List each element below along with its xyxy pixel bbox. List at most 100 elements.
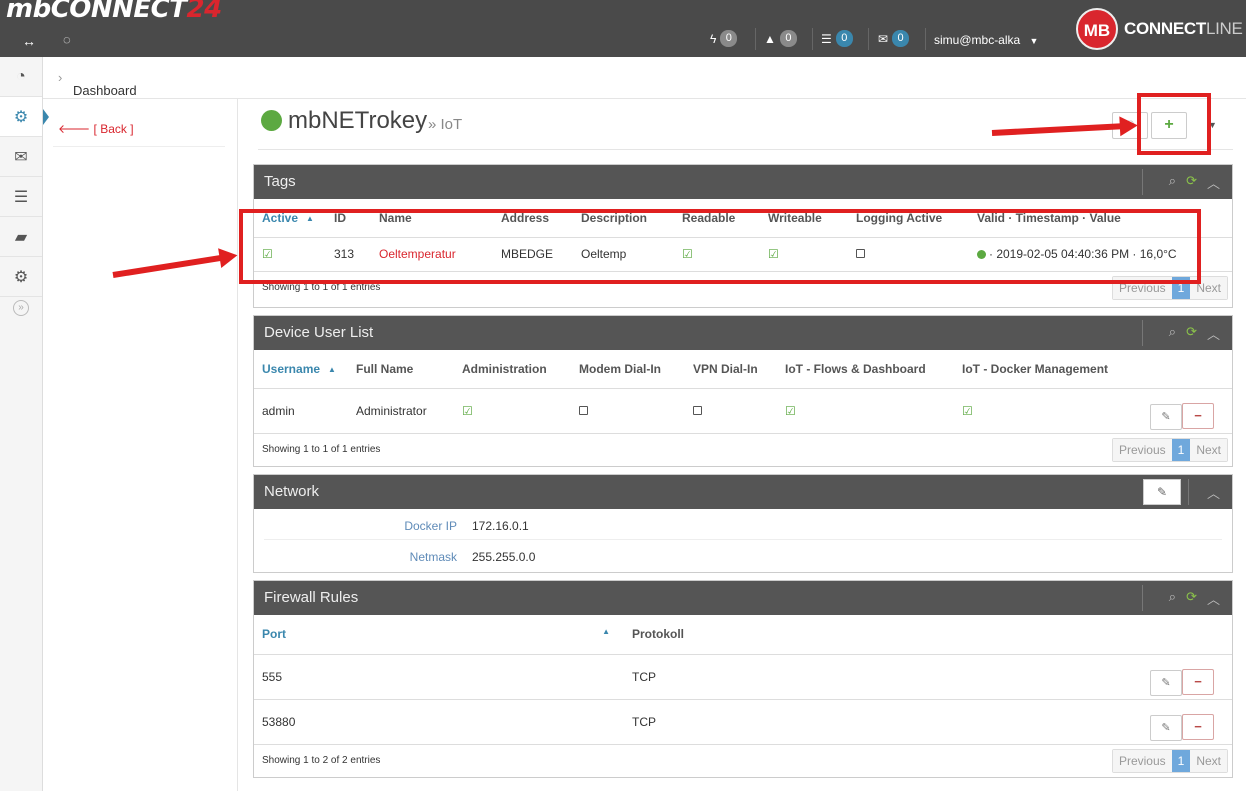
- col-administration[interactable]: Administration: [454, 350, 571, 389]
- delete-button[interactable]: −: [1182, 714, 1214, 740]
- nav-messages[interactable]: ✉: [0, 137, 42, 177]
- page-1-button[interactable]: 1: [1171, 438, 1191, 461]
- nav-dashboard[interactable]: ◔: [0, 57, 42, 97]
- back-link[interactable]: 🡐 [ Back ]: [58, 121, 134, 136]
- table-row[interactable]: 53880 TCP ✎ −: [254, 699, 1232, 745]
- user-menu[interactable]: simu@mbc-alka ▼: [934, 33, 1038, 47]
- minus-icon: −: [1194, 408, 1202, 423]
- table-info: Showing 1 to 2 of 2 entries: [262, 754, 381, 766]
- user-name: simu@mbc-alka: [934, 33, 1021, 47]
- sub-nav: 🡐 [ Back ]: [43, 99, 238, 791]
- firewall-protocol: TCP: [624, 654, 1142, 700]
- firewall-protocol: TCP: [624, 699, 1142, 745]
- arrow-left-icon: 🡐: [58, 122, 91, 136]
- delete-button[interactable]: −: [1182, 403, 1214, 429]
- alert-notifications[interactable]: ▲ 0: [764, 30, 797, 47]
- table-row[interactable]: admin Administrator ☑ ☑ ☑ ✎ −: [254, 388, 1232, 434]
- refresh-icon[interactable]: ⟳: [1186, 173, 1197, 192]
- edit-icon: ✎: [1156, 485, 1168, 499]
- page-title: mbNETrokey: [288, 107, 428, 134]
- mail-notifications[interactable]: ✉ 0: [878, 30, 910, 47]
- search-icon[interactable]: ⌕: [1169, 173, 1176, 192]
- gear-icon: ⚙: [13, 268, 29, 286]
- col-full-name[interactable]: Full Name: [348, 350, 454, 389]
- double-chevron-right-icon: »: [13, 300, 29, 316]
- power-count-badge: 0: [720, 30, 738, 47]
- top-bar: mbCONNECT24 ↔ ◌ ϟ 0 ▲ 0 ☰ 0 ✉ 0 simu@mbc…: [0, 0, 1246, 57]
- col-iot-flows-dashboard[interactable]: IoT - Flows & Dashboard: [777, 350, 954, 389]
- minus-icon: −: [1194, 674, 1202, 689]
- server-icon: ☰: [13, 188, 29, 206]
- delete-button[interactable]: −: [1182, 669, 1214, 695]
- unchecked-box-icon: [579, 405, 588, 415]
- breadcrumb-dashboard[interactable]: Dashboard: [73, 83, 137, 98]
- edit-icon: ✎: [1161, 677, 1171, 689]
- chevron-up-icon[interactable]: ︿: [1207, 324, 1220, 343]
- nav-book[interactable]: ▰: [0, 217, 42, 257]
- search-icon[interactable]: ⌕: [1169, 589, 1176, 608]
- spinner-icon[interactable]: ◌: [63, 32, 71, 47]
- book-icon: ▰: [14, 228, 28, 246]
- pagination: Previous 1 Next: [1111, 748, 1228, 773]
- col-username[interactable]: Username ▲: [254, 350, 348, 389]
- table-info: Showing 1 to 1 of 1 entries: [262, 443, 381, 455]
- nav-servers[interactable]: ☰: [0, 177, 42, 217]
- expand-arrows-icon[interactable]: ↔: [22, 33, 36, 49]
- next-button[interactable]: Next: [1190, 749, 1227, 772]
- firewall-port: 53880: [254, 699, 624, 745]
- refresh-icon[interactable]: ⟳: [1186, 324, 1197, 343]
- server-notifications[interactable]: ☰ 0: [821, 30, 853, 47]
- check-icon: ☑: [962, 403, 973, 418]
- search-icon[interactable]: ⌕: [1169, 324, 1176, 343]
- edit-button[interactable]: ✎: [1150, 715, 1182, 741]
- left-nav: ◔ ⚙ ✉ ☰ ▰ ⚙ »: [0, 57, 49, 791]
- nav-devices[interactable]: ⚙: [0, 97, 49, 137]
- envelope-icon: ✉: [878, 31, 889, 46]
- edit-button[interactable]: ✎: [1150, 404, 1182, 430]
- annotation-box-tag-row: [239, 209, 1201, 284]
- col-protokoll[interactable]: Protokoll: [624, 615, 1142, 655]
- users-table: Username ▲ Full Name Administration Modem…: [254, 350, 1232, 434]
- bolt-icon: ϟ: [710, 31, 717, 46]
- firewall-table: Port ▲ Protokoll 555 TCP ✎ − 53880 TCP ✎ −: [254, 615, 1232, 745]
- next-button[interactable]: Next: [1190, 438, 1227, 461]
- edit-button[interactable]: ✎: [1150, 670, 1182, 696]
- mbconnect24-logo[interactable]: mbCONNECT24: [6, 0, 222, 24]
- server-icon: ☰: [821, 31, 832, 46]
- col-modem-dial-in[interactable]: Modem Dial-In: [571, 350, 685, 389]
- annotation-box-add-button: [1137, 93, 1211, 155]
- device-user-list-panel: Device User List ⌕ ⟳ ︿ Username ▲ Full Na…: [253, 315, 1233, 467]
- chevron-up-icon[interactable]: ︿: [1207, 173, 1220, 192]
- edit-icon: ✎: [1161, 722, 1171, 734]
- previous-button[interactable]: Previous: [1112, 438, 1172, 461]
- nav-collapse-toggle[interactable]: »: [0, 297, 42, 319]
- chevron-up-icon[interactable]: ︿: [1207, 483, 1220, 502]
- cogs-icon: ⚙: [13, 108, 29, 126]
- panel-title: Device User List: [264, 324, 374, 341]
- caret-down-icon: ▼: [1029, 36, 1039, 46]
- chevron-up-icon[interactable]: ︿: [1207, 589, 1220, 608]
- table-row[interactable]: 555 TCP ✎ −: [254, 654, 1232, 700]
- page-1-button[interactable]: 1: [1171, 749, 1191, 772]
- col-iot-docker-management[interactable]: IoT - Docker Management: [954, 350, 1142, 389]
- docker-ip-value: 172.16.0.1: [472, 519, 529, 533]
- col-vpn-dial-in[interactable]: VPN Dial-In: [685, 350, 777, 389]
- power-notifications[interactable]: ϟ 0: [710, 30, 738, 47]
- breadcrumb-separator: ›: [58, 70, 63, 85]
- firewall-port: 555: [254, 654, 624, 700]
- mb-connect-line-logo: MB CONNECTLINE: [1076, 8, 1243, 50]
- nav-settings[interactable]: ⚙: [0, 257, 42, 297]
- user-username: admin: [254, 388, 348, 434]
- minus-icon: −: [1194, 719, 1202, 734]
- refresh-icon[interactable]: ⟳: [1186, 589, 1197, 608]
- envelope-icon: ✉: [14, 148, 28, 166]
- netmask-value: 255.255.0.0: [472, 550, 536, 564]
- col-port[interactable]: Port ▲: [254, 615, 624, 655]
- edit-button[interactable]: ✎: [1143, 479, 1181, 505]
- alert-count-badge: 0: [779, 30, 797, 47]
- previous-button[interactable]: Previous: [1112, 749, 1172, 772]
- panel-title: Firewall Rules: [264, 589, 359, 606]
- mail-count-badge: 0: [892, 30, 910, 47]
- docker-ip-row: Docker IP 172.16.0.1: [264, 509, 1222, 540]
- edit-icon: ✎: [1161, 411, 1171, 423]
